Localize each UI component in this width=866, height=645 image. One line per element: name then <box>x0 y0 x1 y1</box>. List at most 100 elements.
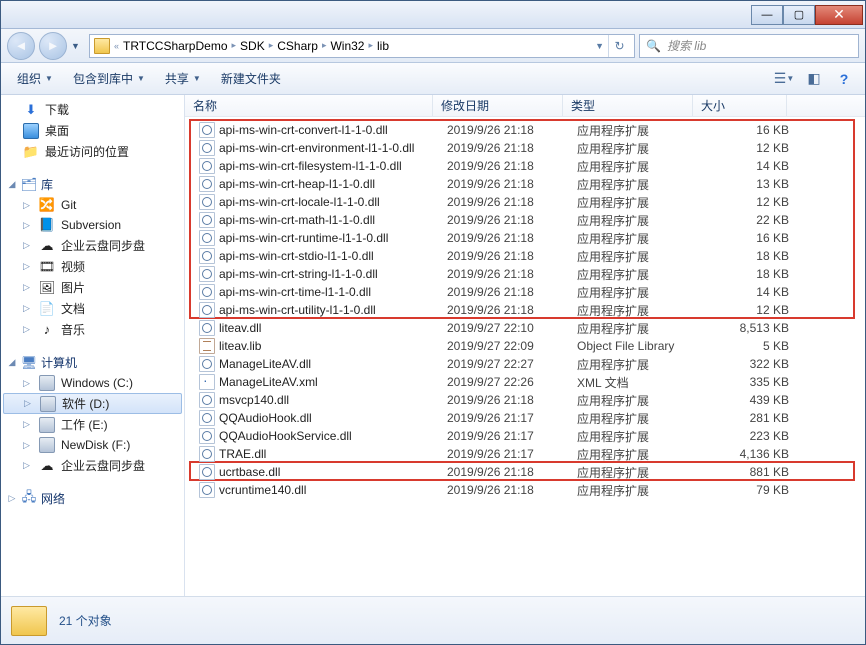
crumb-4[interactable]: lib <box>377 39 389 53</box>
close-button[interactable]: ✕ <box>815 5 863 25</box>
title-bar[interactable]: — ▢ ✕ <box>1 1 865 29</box>
file-row[interactable]: QQAudioHookService.dll2019/9/26 21:17应用程… <box>193 427 857 445</box>
sidebar-item-library[interactable]: ▷ 🖼 图片 <box>1 277 184 298</box>
maximize-button[interactable]: ▢ <box>783 5 815 25</box>
file-row[interactable]: liteav.lib2019/9/27 22:09Object File Lib… <box>193 337 857 355</box>
status-text: 21 个对象 <box>59 612 112 629</box>
search-box[interactable]: 🔍 搜索 lib <box>639 34 859 58</box>
dll-file-icon <box>199 464 215 480</box>
file-date: 2019/9/27 22:26 <box>441 375 571 389</box>
minimize-button[interactable]: — <box>751 5 783 25</box>
file-row[interactable]: api-ms-win-crt-runtime-l1-1-0.dll2019/9/… <box>193 229 857 247</box>
preview-pane-button[interactable]: ◧ <box>801 67 827 91</box>
file-type: 应用程序扩展 <box>571 266 701 283</box>
sidebar-group-libraries[interactable]: ◢ 🗂 库 <box>1 172 184 195</box>
history-dropdown[interactable]: ▼ <box>71 41 85 51</box>
network-icon: 🖧 <box>21 491 37 507</box>
file-type: 应用程序扩展 <box>571 158 701 175</box>
file-row[interactable]: api-ms-win-crt-math-l1-1-0.dll2019/9/26 … <box>193 211 857 229</box>
new-folder-button[interactable]: 新建文件夹 <box>213 66 289 91</box>
sidebar-item-drive[interactable]: ▷ 工作 (E:) <box>1 414 184 435</box>
sidebar-item-desktop[interactable]: 桌面 <box>1 120 184 141</box>
forward-button[interactable]: ► <box>39 32 67 60</box>
file-row[interactable]: ucrtbase.dll2019/9/26 21:18应用程序扩展881 KB <box>193 463 857 481</box>
organize-button[interactable]: 组织▼ <box>9 66 61 91</box>
file-size: 281 KB <box>701 411 795 425</box>
sidebar-item-library[interactable]: ▷ 📘 Subversion <box>1 215 184 235</box>
share-button[interactable]: 共享▼ <box>157 66 209 91</box>
sidebar-item-label: NewDisk (F:) <box>61 438 130 452</box>
crumb-2[interactable]: CSharp▸ <box>277 39 328 53</box>
sidebar-item-downloads[interactable]: ⬇ 下载 <box>1 99 184 120</box>
file-row[interactable]: api-ms-win-crt-convert-l1-1-0.dll2019/9/… <box>193 121 857 139</box>
file-name: api-ms-win-crt-environment-l1-1-0.dll <box>219 141 414 155</box>
library-icon: 🗂 <box>21 177 37 193</box>
sidebar-item-library[interactable]: ▷ 🎞 视频 <box>1 256 184 277</box>
sidebar-item-recent[interactable]: 📁 最近访问的位置 <box>1 141 184 162</box>
file-row[interactable]: api-ms-win-crt-stdio-l1-1-0.dll2019/9/26… <box>193 247 857 265</box>
file-row[interactable]: api-ms-win-crt-heap-l1-1-0.dll2019/9/26 … <box>193 175 857 193</box>
file-row[interactable]: api-ms-win-crt-environment-l1-1-0.dll201… <box>193 139 857 157</box>
include-in-library-button[interactable]: 包含到库中▼ <box>65 66 153 91</box>
chevron-right-icon: ▷ <box>23 220 33 231</box>
crumb-chev[interactable]: « <box>112 41 121 51</box>
file-list[interactable]: api-ms-win-crt-convert-l1-1-0.dll2019/9/… <box>185 117 865 596</box>
file-row[interactable]: api-ms-win-crt-string-l1-1-0.dll2019/9/2… <box>193 265 857 283</box>
sidebar-group-network[interactable]: ▷ 🖧 网络 <box>1 486 184 509</box>
dll-file-icon <box>199 446 215 462</box>
sidebar-item-drive[interactable]: ▷ Windows (C:) <box>1 373 184 393</box>
file-row[interactable]: ManageLiteAV.dll2019/9/27 22:27应用程序扩展322… <box>193 355 857 373</box>
cloud-icon: ☁ <box>39 238 55 254</box>
file-date: 2019/9/26 21:18 <box>441 123 571 137</box>
file-type: 应用程序扩展 <box>571 212 701 229</box>
file-row[interactable]: api-ms-win-crt-time-l1-1-0.dll2019/9/26 … <box>193 283 857 301</box>
file-row[interactable]: TRAE.dll2019/9/26 21:17应用程序扩展4,136 KB <box>193 445 857 463</box>
file-size: 881 KB <box>701 465 795 479</box>
view-options-button[interactable]: ☰ ▼ <box>771 67 797 91</box>
file-type: 应用程序扩展 <box>571 428 701 445</box>
column-header-name[interactable]: 名称 <box>185 95 433 116</box>
dll-file-icon <box>199 356 215 372</box>
sidebar-item-drive[interactable]: ▷ ☁ 企业云盘同步盘 <box>1 455 184 476</box>
file-row[interactable]: ManageLiteAV.xml2019/9/27 22:26XML 文档335… <box>193 373 857 391</box>
help-button[interactable]: ? <box>831 67 857 91</box>
refresh-button[interactable]: ↻ <box>608 35 630 57</box>
dll-file-icon <box>199 320 215 336</box>
crumb-3[interactable]: Win32▸ <box>330 39 375 53</box>
column-header-type[interactable]: 类型 <box>563 95 693 116</box>
sidebar-group-computer[interactable]: ◢ 🖥 计算机 <box>1 350 184 373</box>
file-row[interactable]: api-ms-win-crt-utility-l1-1-0.dll2019/9/… <box>193 301 857 319</box>
column-header-date[interactable]: 修改日期 <box>433 95 563 116</box>
crumb-1[interactable]: SDK▸ <box>240 39 275 53</box>
dll-file-icon <box>199 194 215 210</box>
sidebar-item-library[interactable]: ▷ 🔀 Git <box>1 195 184 215</box>
dll-file-icon <box>199 392 215 408</box>
file-size: 12 KB <box>701 141 795 155</box>
file-name: QQAudioHookService.dll <box>219 429 352 443</box>
file-type: 应用程序扩展 <box>571 302 701 319</box>
column-header-size[interactable]: 大小 <box>693 95 787 116</box>
file-row[interactable]: vcruntime140.dll2019/9/26 21:18应用程序扩展79 … <box>193 481 857 499</box>
sidebar-item-library[interactable]: ▷ 📄 文档 <box>1 298 184 319</box>
file-row[interactable]: msvcp140.dll2019/9/26 21:18应用程序扩展439 KB <box>193 391 857 409</box>
file-name: api-ms-win-crt-filesystem-l1-1-0.dll <box>219 159 402 173</box>
sidebar-item-drive[interactable]: ▷ 软件 (D:) <box>3 393 182 414</box>
sidebar-item-label: 音乐 <box>61 321 85 338</box>
address-bar[interactable]: « TRTCCSharpDemo▸ SDK▸ CSharp▸ Win32▸ li… <box>89 34 635 58</box>
file-row[interactable]: api-ms-win-crt-locale-l1-1-0.dll2019/9/2… <box>193 193 857 211</box>
file-type: 应用程序扩展 <box>571 176 701 193</box>
video-icon: 🎞 <box>39 259 55 275</box>
file-list-pane: 名称 修改日期 类型 大小 api-ms-win-crt-convert-l1-… <box>185 95 865 596</box>
sidebar-item-library[interactable]: ▷ ☁ 企业云盘同步盘 <box>1 235 184 256</box>
addr-dropdown-icon[interactable]: ▼ <box>595 41 604 51</box>
file-row[interactable]: QQAudioHook.dll2019/9/26 21:17应用程序扩展281 … <box>193 409 857 427</box>
sidebar-item-label: 软件 (D:) <box>62 395 109 412</box>
sidebar-item-drive[interactable]: ▷ NewDisk (F:) <box>1 435 184 455</box>
sidebar-item-library[interactable]: ▷ ♪ 音乐 <box>1 319 184 340</box>
back-button[interactable]: ◄ <box>7 32 35 60</box>
crumb-0[interactable]: TRTCCSharpDemo▸ <box>123 39 238 53</box>
file-size: 18 KB <box>701 249 795 263</box>
desktop-icon <box>23 123 39 139</box>
file-row[interactable]: api-ms-win-crt-filesystem-l1-1-0.dll2019… <box>193 157 857 175</box>
file-row[interactable]: liteav.dll2019/9/27 22:10应用程序扩展8,513 KB <box>193 319 857 337</box>
